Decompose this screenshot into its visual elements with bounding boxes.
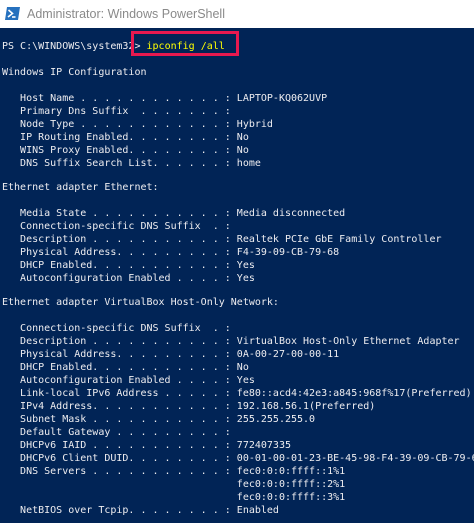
console-line: NetBIOS over Tcpip. . . . . . . . : Enab… — [2, 505, 279, 516]
title-bar[interactable]: Administrator: Windows PowerShell — [0, 0, 474, 29]
console-line: WINS Proxy Enabled. . . . . . . . : No — [2, 145, 249, 156]
prompt-path: PS C:\WINDOWS\system32> — [2, 41, 141, 52]
console-line: DNS Suffix Search List. . . . . . : home — [2, 158, 261, 169]
console-line: fec0:0:0:ffff::2%1 — [2, 479, 346, 490]
adapter-heading: Ethernet adapter Ethernet: — [2, 182, 159, 193]
console-output[interactable]: PS C:\WINDOWS\system32> ipconfig /all Wi… — [0, 28, 474, 523]
console-line: IP Routing Enabled. . . . . . . . : No — [2, 132, 249, 143]
console-line: Description . . . . . . . . . . . : Real… — [2, 234, 442, 245]
console-line: Autoconfiguration Enabled . . . . : Yes — [2, 375, 255, 386]
window-title: Administrator: Windows PowerShell — [27, 7, 225, 21]
console-line: fec0:0:0:ffff::3%1 — [2, 492, 346, 503]
console-line: DHCPv6 IAID . . . . . . . . . . . : 7724… — [2, 440, 291, 451]
console-line: IPv4 Address. . . . . . . . . . . : 192.… — [2, 401, 376, 412]
console-line: Physical Address. . . . . . . . . : F4-3… — [2, 247, 340, 258]
console-line: DHCP Enabled. . . . . . . . . . . : No — [2, 362, 249, 373]
console-line: Default Gateway . . . . . . . . . : — [2, 427, 231, 438]
console-line: Connection-specific DNS Suffix . : — [2, 323, 231, 334]
console-line: Physical Address. . . . . . . . . : 0A-0… — [2, 349, 340, 360]
console-line: Link-local IPv6 Address . . . . . : fe80… — [2, 388, 472, 399]
console-line: Autoconfiguration Enabled . . . . : Yes — [2, 273, 255, 284]
powershell-icon — [5, 7, 20, 20]
console-line: Primary Dns Suffix . . . . . . . : — [2, 106, 231, 117]
console-line: Description . . . . . . . . . . . : Virt… — [2, 336, 460, 347]
console-line: DHCP Enabled. . . . . . . . . . . : Yes — [2, 260, 255, 271]
console-line: Subnet Mask . . . . . . . . . . . : 255.… — [2, 414, 316, 425]
console-line: Windows IP Configuration — [2, 67, 147, 78]
console-line: DNS Servers . . . . . . . . . . . : fec0… — [2, 466, 346, 477]
console-line: Connection-specific DNS Suffix . : — [2, 221, 231, 232]
adapter-heading: Ethernet adapter VirtualBox Host-Only Ne… — [2, 297, 279, 308]
console-line: Media State . . . . . . . . . . . : Medi… — [2, 208, 346, 219]
command-input[interactable] — [138, 37, 234, 51]
console-line: Host Name . . . . . . . . . . . . : LAPT… — [2, 93, 328, 104]
console-line: DHCPv6 Client DUID. . . . . . . . : 00-0… — [2, 453, 474, 464]
console-line: Node Type . . . . . . . . . . . . : Hybr… — [2, 119, 273, 130]
